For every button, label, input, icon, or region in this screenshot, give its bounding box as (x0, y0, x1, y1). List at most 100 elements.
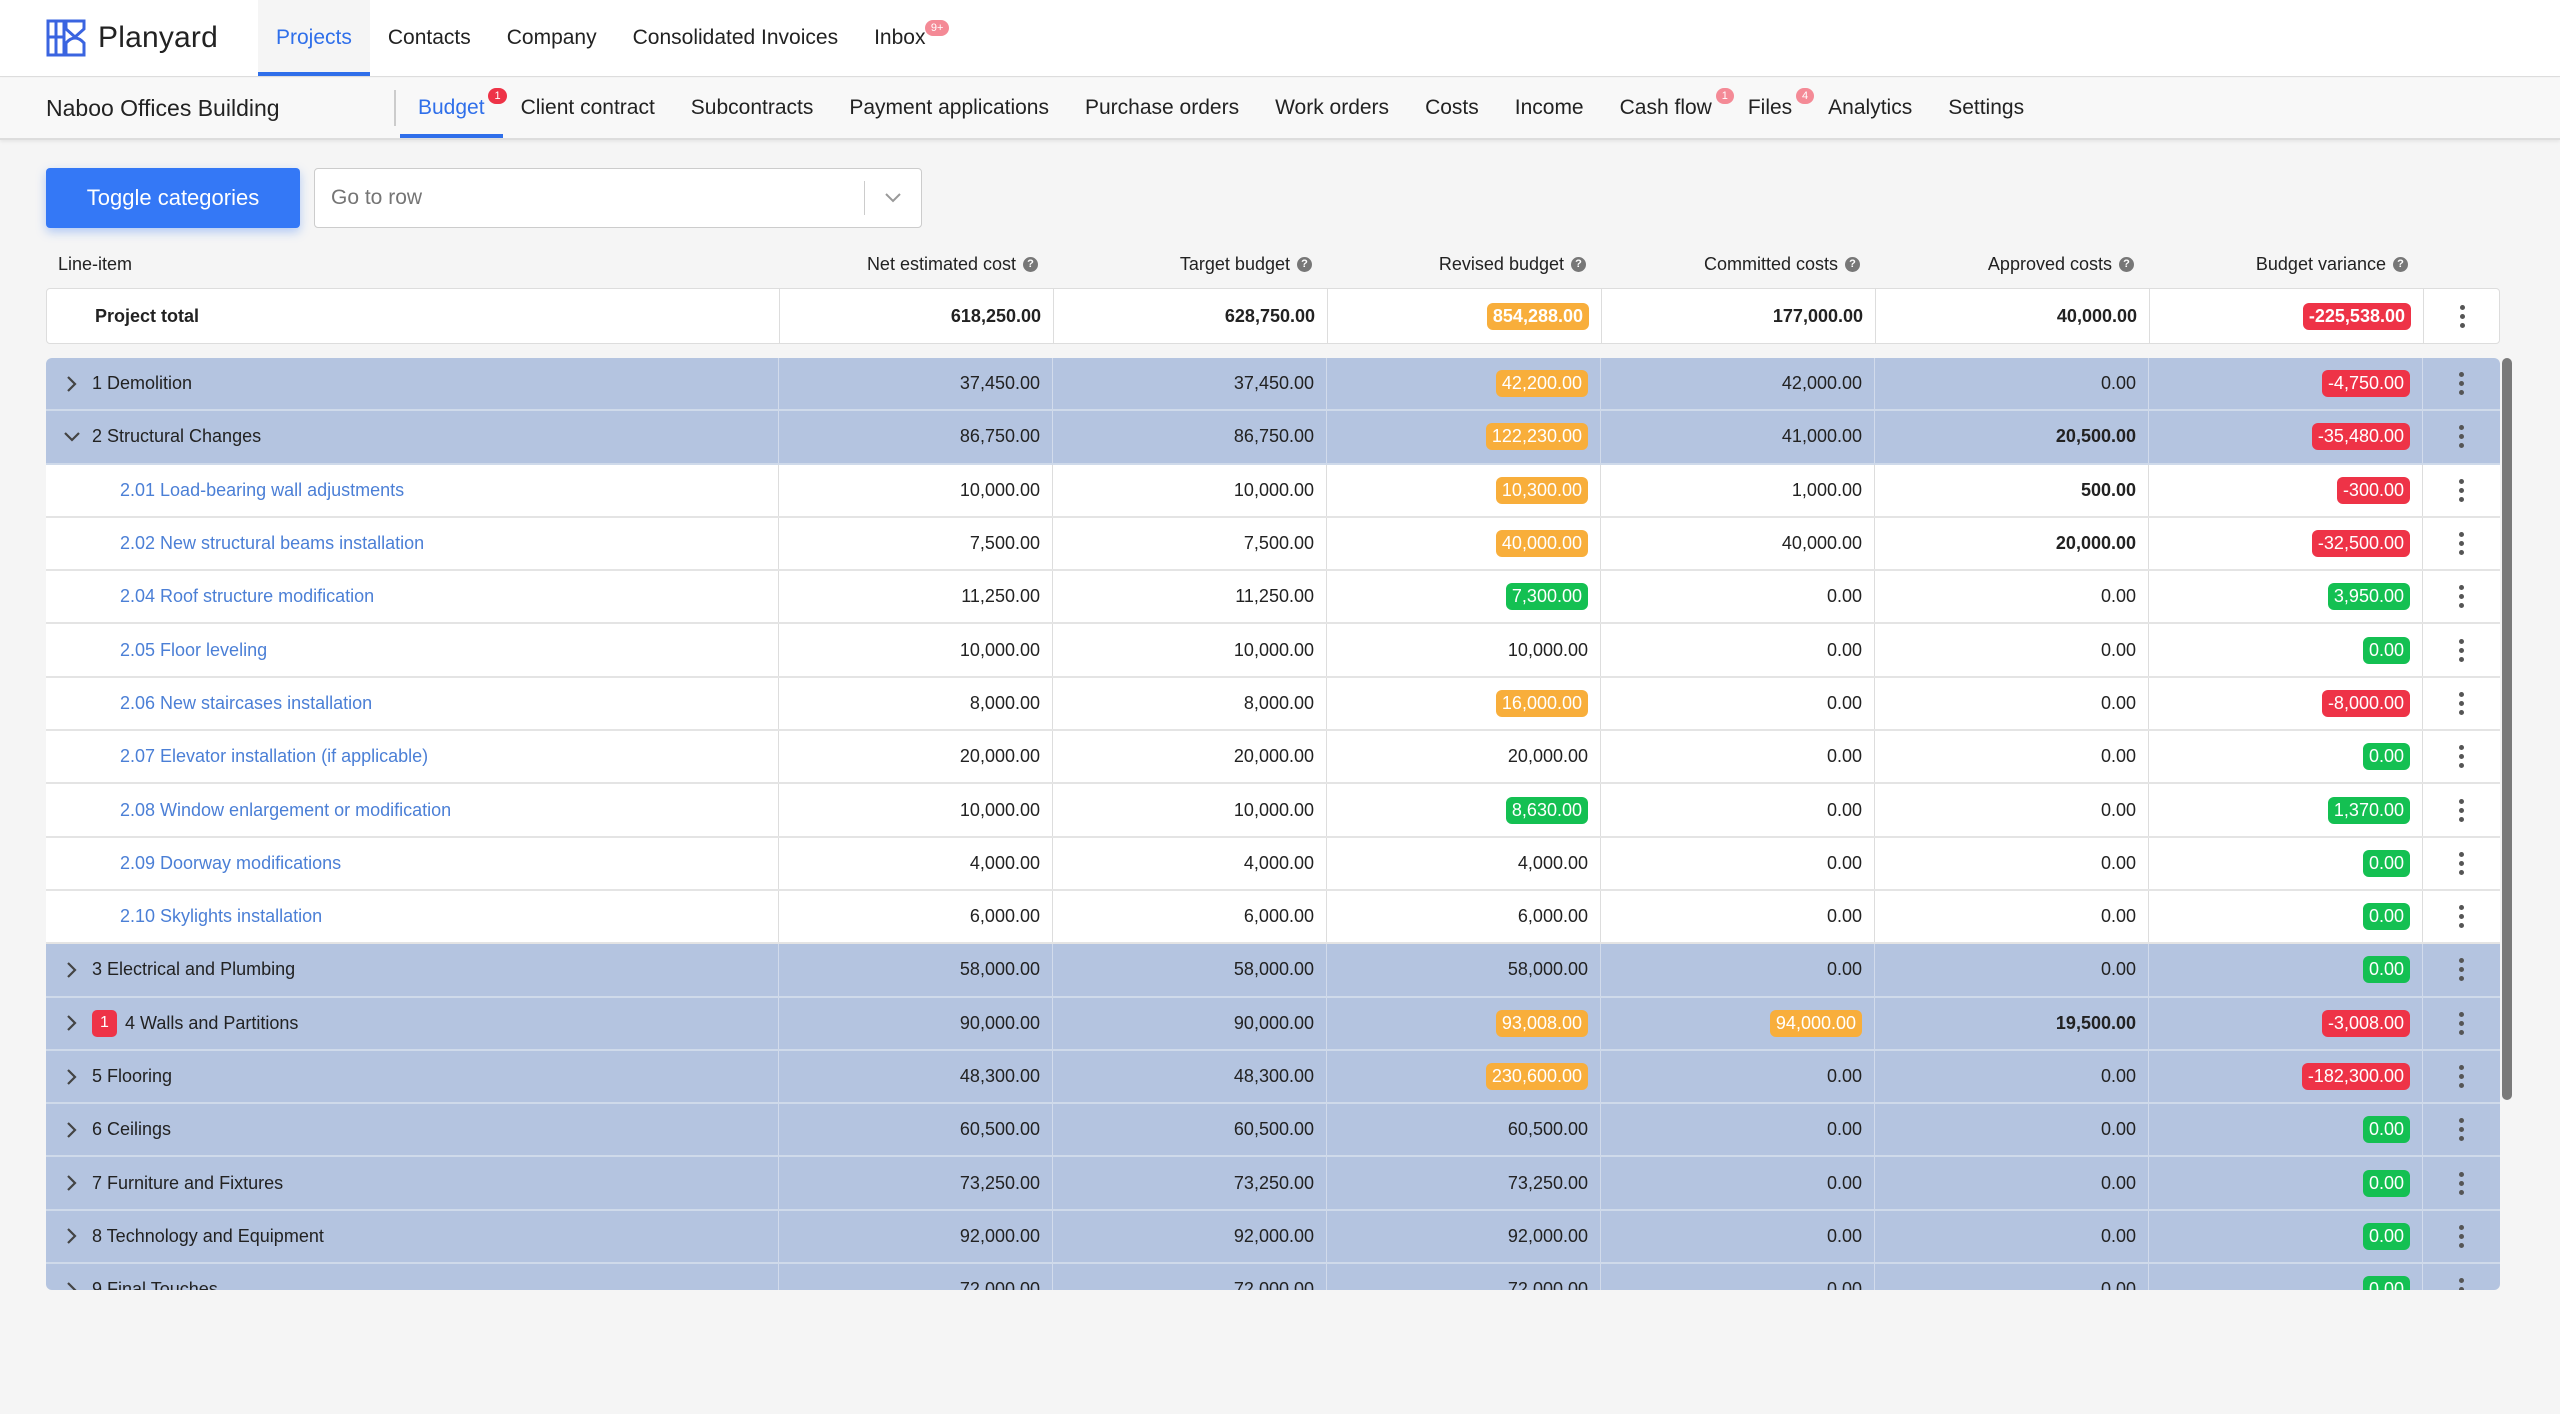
line-item-row[interactable]: 2.06 New staircases installation 8,000.00… (46, 677, 2500, 732)
kebab-menu-icon[interactable] (2459, 691, 2464, 715)
kebab-menu-icon[interactable] (2459, 1224, 2464, 1248)
tab-analytics[interactable]: Analytics (1810, 78, 1930, 138)
chevron-right-icon[interactable] (62, 1015, 82, 1031)
kebab-menu-icon[interactable] (2459, 1011, 2464, 1035)
line-item-name-cell[interactable]: 2.08 Window enlargement or modification (46, 784, 778, 835)
nav-contacts[interactable]: Contacts (370, 0, 489, 76)
category-row[interactable]: 1 4 Walls and Partitions 90,000.00 90,000.0… (46, 997, 2500, 1051)
line-item-name-cell[interactable]: 2.05 Floor leveling (46, 624, 778, 675)
row-menu[interactable] (2422, 411, 2500, 463)
toggle-categories-button[interactable]: Toggle categories (46, 168, 300, 228)
help-icon[interactable]: ? (2119, 256, 2134, 272)
chevron-down-icon[interactable] (62, 432, 82, 442)
row-menu[interactable] (2422, 517, 2500, 570)
nav-projects[interactable]: Projects (258, 0, 370, 76)
line-item-row[interactable]: 2.05 Floor leveling 10,000.00 10,000.00 10,… (46, 624, 2500, 678)
category-row[interactable]: 8 Technology and Equipment 92,000.00 92,00… (46, 1210, 2500, 1265)
line-item-name-cell[interactable]: 2.06 New staircases installation (46, 678, 778, 729)
category-row[interactable]: 3 Electrical and Plumbing 58,000.00 58,000… (46, 944, 2500, 998)
line-item-link[interactable]: 2.02 New structural beams installation (120, 533, 424, 554)
row-menu[interactable] (2422, 1050, 2500, 1103)
line-item-row[interactable]: 2.08 Window enlargement or modification 1… (46, 784, 2500, 838)
line-item-row[interactable]: 2.09 Doorway modifications 4,000.00 4,000.… (46, 837, 2500, 891)
help-icon[interactable]: ? (1023, 256, 1038, 272)
line-item-name-cell[interactable]: 2.09 Doorway modifications (46, 838, 778, 889)
kebab-menu-icon[interactable] (2459, 851, 2464, 875)
kebab-menu-icon[interactable] (2459, 745, 2464, 769)
line-item-row[interactable]: 2.07 Elevator installation (if applicabl… (46, 731, 2500, 785)
kebab-menu-icon[interactable] (2459, 958, 2464, 982)
chevron-right-icon[interactable] (62, 1068, 82, 1085)
kebab-menu-icon[interactable] (2459, 425, 2464, 449)
kebab-menu-icon[interactable] (2459, 638, 2464, 662)
chevron-down-icon[interactable] (865, 193, 921, 203)
row-menu[interactable] (2422, 571, 2500, 623)
tab-settings[interactable]: Settings (1930, 78, 2042, 138)
total-row-menu[interactable] (2423, 289, 2501, 343)
help-icon[interactable]: ? (1297, 256, 1312, 272)
chevron-right-icon[interactable] (62, 1122, 82, 1138)
tab-payment-applications[interactable]: Payment applications (831, 78, 1067, 138)
tab-budget[interactable]: Budget 1 (400, 78, 507, 138)
tab-purchase-orders[interactable]: Purchase orders (1067, 78, 1257, 138)
row-menu[interactable] (2422, 1210, 2500, 1263)
tab-client-contract[interactable]: Client contract (503, 78, 673, 138)
chevron-right-icon[interactable] (62, 1281, 82, 1290)
tab-files[interactable]: Files 4 (1730, 78, 1815, 138)
line-item-link[interactable]: 2.09 Doorway modifications (120, 853, 341, 874)
kebab-menu-icon[interactable] (2459, 798, 2464, 822)
tab-work-orders[interactable]: Work orders (1257, 78, 1407, 138)
table-scrollbar[interactable] (2502, 358, 2512, 1100)
row-menu[interactable] (2422, 464, 2500, 516)
line-item-row[interactable]: 2.10 Skylights installation 6,000.00 6,000… (46, 890, 2500, 945)
line-item-name-cell[interactable]: 2.10 Skylights installation (46, 891, 778, 942)
line-item-link[interactable]: 2.04 Roof structure modification (120, 586, 374, 607)
kebab-menu-icon[interactable] (2459, 478, 2464, 502)
line-item-name-cell[interactable]: 2.07 Elevator installation (if applicabl… (46, 731, 778, 782)
kebab-menu-icon[interactable] (2459, 905, 2464, 929)
row-menu[interactable] (2422, 944, 2500, 996)
line-item-row[interactable]: 2.04 Roof structure modification 11,250.0… (46, 571, 2500, 625)
category-row[interactable]: 9 Final Touches 72,000.00 72,000.00 72,000.… (46, 1264, 2500, 1290)
row-menu[interactable] (2422, 358, 2500, 410)
help-icon[interactable]: ? (1571, 256, 1586, 272)
tab-cash-flow[interactable]: Cash flow 1 (1602, 78, 1734, 138)
row-menu[interactable] (2422, 731, 2500, 783)
kebab-menu-icon[interactable] (2459, 532, 2464, 556)
row-menu[interactable] (2422, 997, 2500, 1049)
row-menu[interactable] (2422, 1157, 2500, 1209)
category-row[interactable]: 5 Flooring 48,300.00 48,300.00 230,600.00 0.… (46, 1050, 2500, 1105)
kebab-menu-icon[interactable] (2459, 372, 2464, 396)
line-item-link[interactable]: 2.08 Window enlargement or modification (120, 800, 451, 821)
line-item-link[interactable]: 2.01 Load-bearing wall adjustments (120, 480, 404, 501)
kebab-menu-icon[interactable] (2459, 585, 2464, 609)
kebab-menu-icon[interactable] (2459, 1065, 2464, 1088)
chevron-right-icon[interactable] (62, 962, 82, 978)
line-item-name-cell[interactable]: 2.04 Roof structure modification (46, 571, 778, 622)
row-menu[interactable] (2422, 677, 2500, 730)
row-menu[interactable] (2422, 1104, 2500, 1156)
chevron-right-icon[interactable] (62, 375, 82, 392)
line-item-link[interactable]: 2.06 New staircases installation (120, 693, 372, 714)
help-icon[interactable]: ? (2393, 256, 2408, 272)
line-item-name-cell[interactable]: 2.02 New structural beams installation (46, 518, 778, 569)
line-item-name-cell[interactable]: 2.01 Load-bearing wall adjustments (46, 465, 778, 516)
nav-inbox[interactable]: Inbox 9+ (856, 0, 950, 76)
category-row[interactable]: 2 Structural Changes 86,750.00 86,750.00 12… (46, 411, 2500, 465)
line-item-link[interactable]: 2.05 Floor leveling (120, 640, 267, 661)
nav-consolidated-invoices[interactable]: Consolidated Invoices (615, 0, 856, 76)
line-item-row[interactable]: 2.02 New structural beams installation 7,… (46, 517, 2500, 572)
chevron-right-icon[interactable] (62, 1175, 82, 1191)
brand[interactable]: Planyard (0, 0, 258, 76)
nav-company[interactable]: Company (489, 0, 615, 76)
tab-income[interactable]: Income (1497, 78, 1602, 138)
kebab-menu-icon[interactable] (2459, 1171, 2464, 1195)
category-row[interactable]: 6 Ceilings 60,500.00 60,500.00 60,500.00 0.0… (46, 1104, 2500, 1158)
line-item-row[interactable]: 2.01 Load-bearing wall adjustments 10,000… (46, 464, 2500, 518)
row-menu[interactable] (2422, 784, 2500, 836)
line-item-link[interactable]: 2.07 Elevator installation (if applicabl… (120, 746, 428, 767)
tab-subcontracts[interactable]: Subcontracts (673, 78, 832, 138)
row-menu[interactable] (2422, 1264, 2500, 1290)
category-row[interactable]: 1 Demolition 37,450.00 37,450.00 42,200.00 4… (46, 358, 2500, 412)
go-to-row-select[interactable] (314, 168, 922, 228)
